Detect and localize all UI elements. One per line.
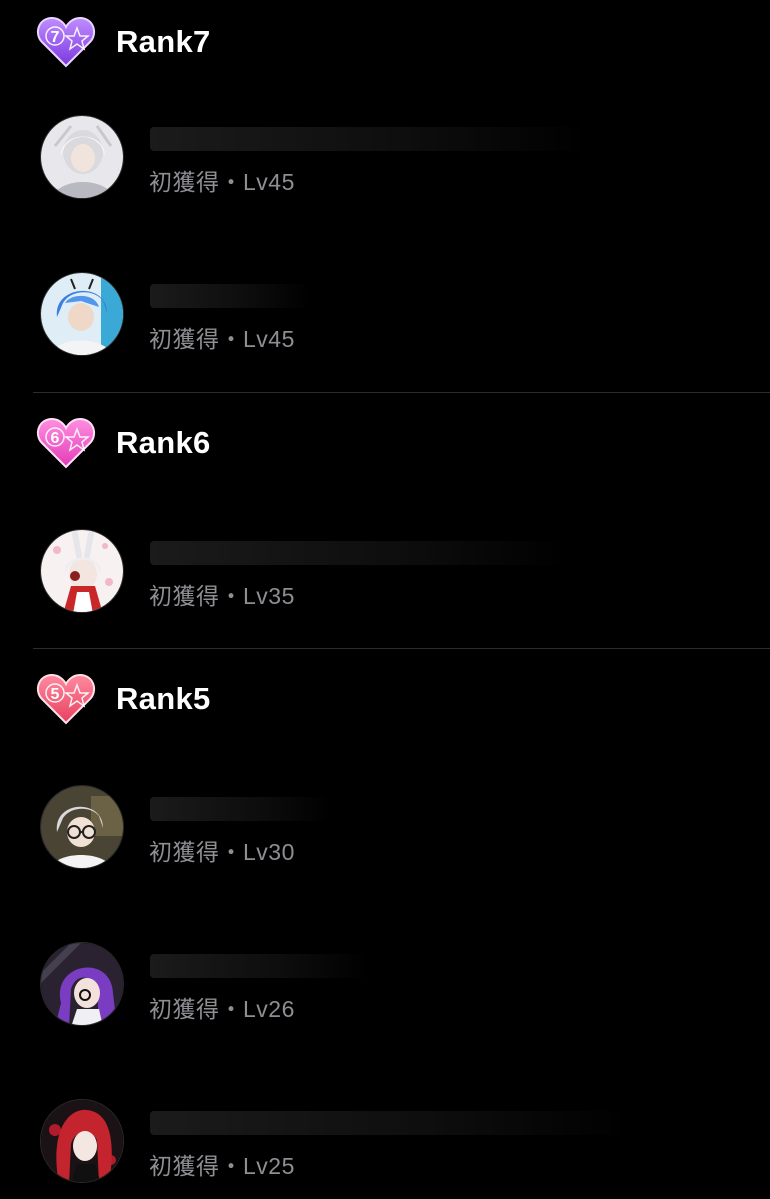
entry-meta: 初獲得・Lv45 bbox=[149, 326, 295, 352]
purple-haired-character-avatar bbox=[40, 942, 124, 1026]
list-item[interactable]: 初獲得・Lv45 bbox=[40, 115, 760, 199]
entry-meta: 初獲得・Lv45 bbox=[149, 169, 295, 195]
pink-heart-rank-badge-icon: 6 bbox=[36, 415, 96, 471]
entry-meta: 初獲得・Lv30 bbox=[149, 839, 295, 865]
list-item[interactable]: 初獲得・Lv25 bbox=[40, 1099, 760, 1183]
red-heart-rank-badge-icon: 5 bbox=[36, 671, 96, 727]
rank5-title: Rank5 bbox=[116, 681, 211, 716]
rank6-badge-number: 6 bbox=[51, 430, 60, 447]
purple-heart-rank-badge-icon: 7 bbox=[36, 14, 96, 70]
entry-name-redacted bbox=[150, 797, 330, 821]
rank6-title: Rank6 bbox=[116, 425, 211, 460]
entry-name-redacted bbox=[150, 541, 570, 565]
list-item[interactable]: 初獲得・Lv35 bbox=[40, 529, 760, 613]
entry-meta: 初獲得・Lv35 bbox=[149, 583, 295, 609]
blue-haired-character-avatar bbox=[40, 272, 124, 356]
list-item[interactable]: 初獲得・Lv45 bbox=[40, 272, 760, 356]
rank7-badge-number: 7 bbox=[51, 29, 60, 46]
list-item[interactable]: 初獲得・Lv26 bbox=[40, 942, 760, 1026]
rank5-badge-number: 5 bbox=[51, 686, 60, 703]
list-item[interactable]: 初獲得・Lv30 bbox=[40, 785, 760, 869]
rank7-header: 7 Rank7 bbox=[36, 12, 211, 72]
section-divider bbox=[33, 392, 770, 393]
entry-name-redacted bbox=[150, 127, 590, 151]
white-rabbit-character-avatar bbox=[40, 529, 124, 613]
section-divider bbox=[33, 648, 770, 649]
entry-meta: 初獲得・Lv26 bbox=[149, 996, 295, 1022]
entry-name-redacted bbox=[150, 954, 370, 978]
entry-meta: 初獲得・Lv25 bbox=[149, 1153, 295, 1179]
entry-name-redacted bbox=[150, 1111, 630, 1135]
rank7-title: Rank7 bbox=[116, 24, 211, 59]
glasses-character-avatar bbox=[40, 785, 124, 869]
red-haired-character-avatar bbox=[40, 1099, 124, 1183]
rank6-header: 6 Rank6 bbox=[36, 413, 211, 473]
silver-haired-character-avatar bbox=[40, 115, 124, 199]
entry-name-redacted bbox=[150, 284, 310, 308]
rank5-header: 5 Rank5 bbox=[36, 669, 211, 729]
